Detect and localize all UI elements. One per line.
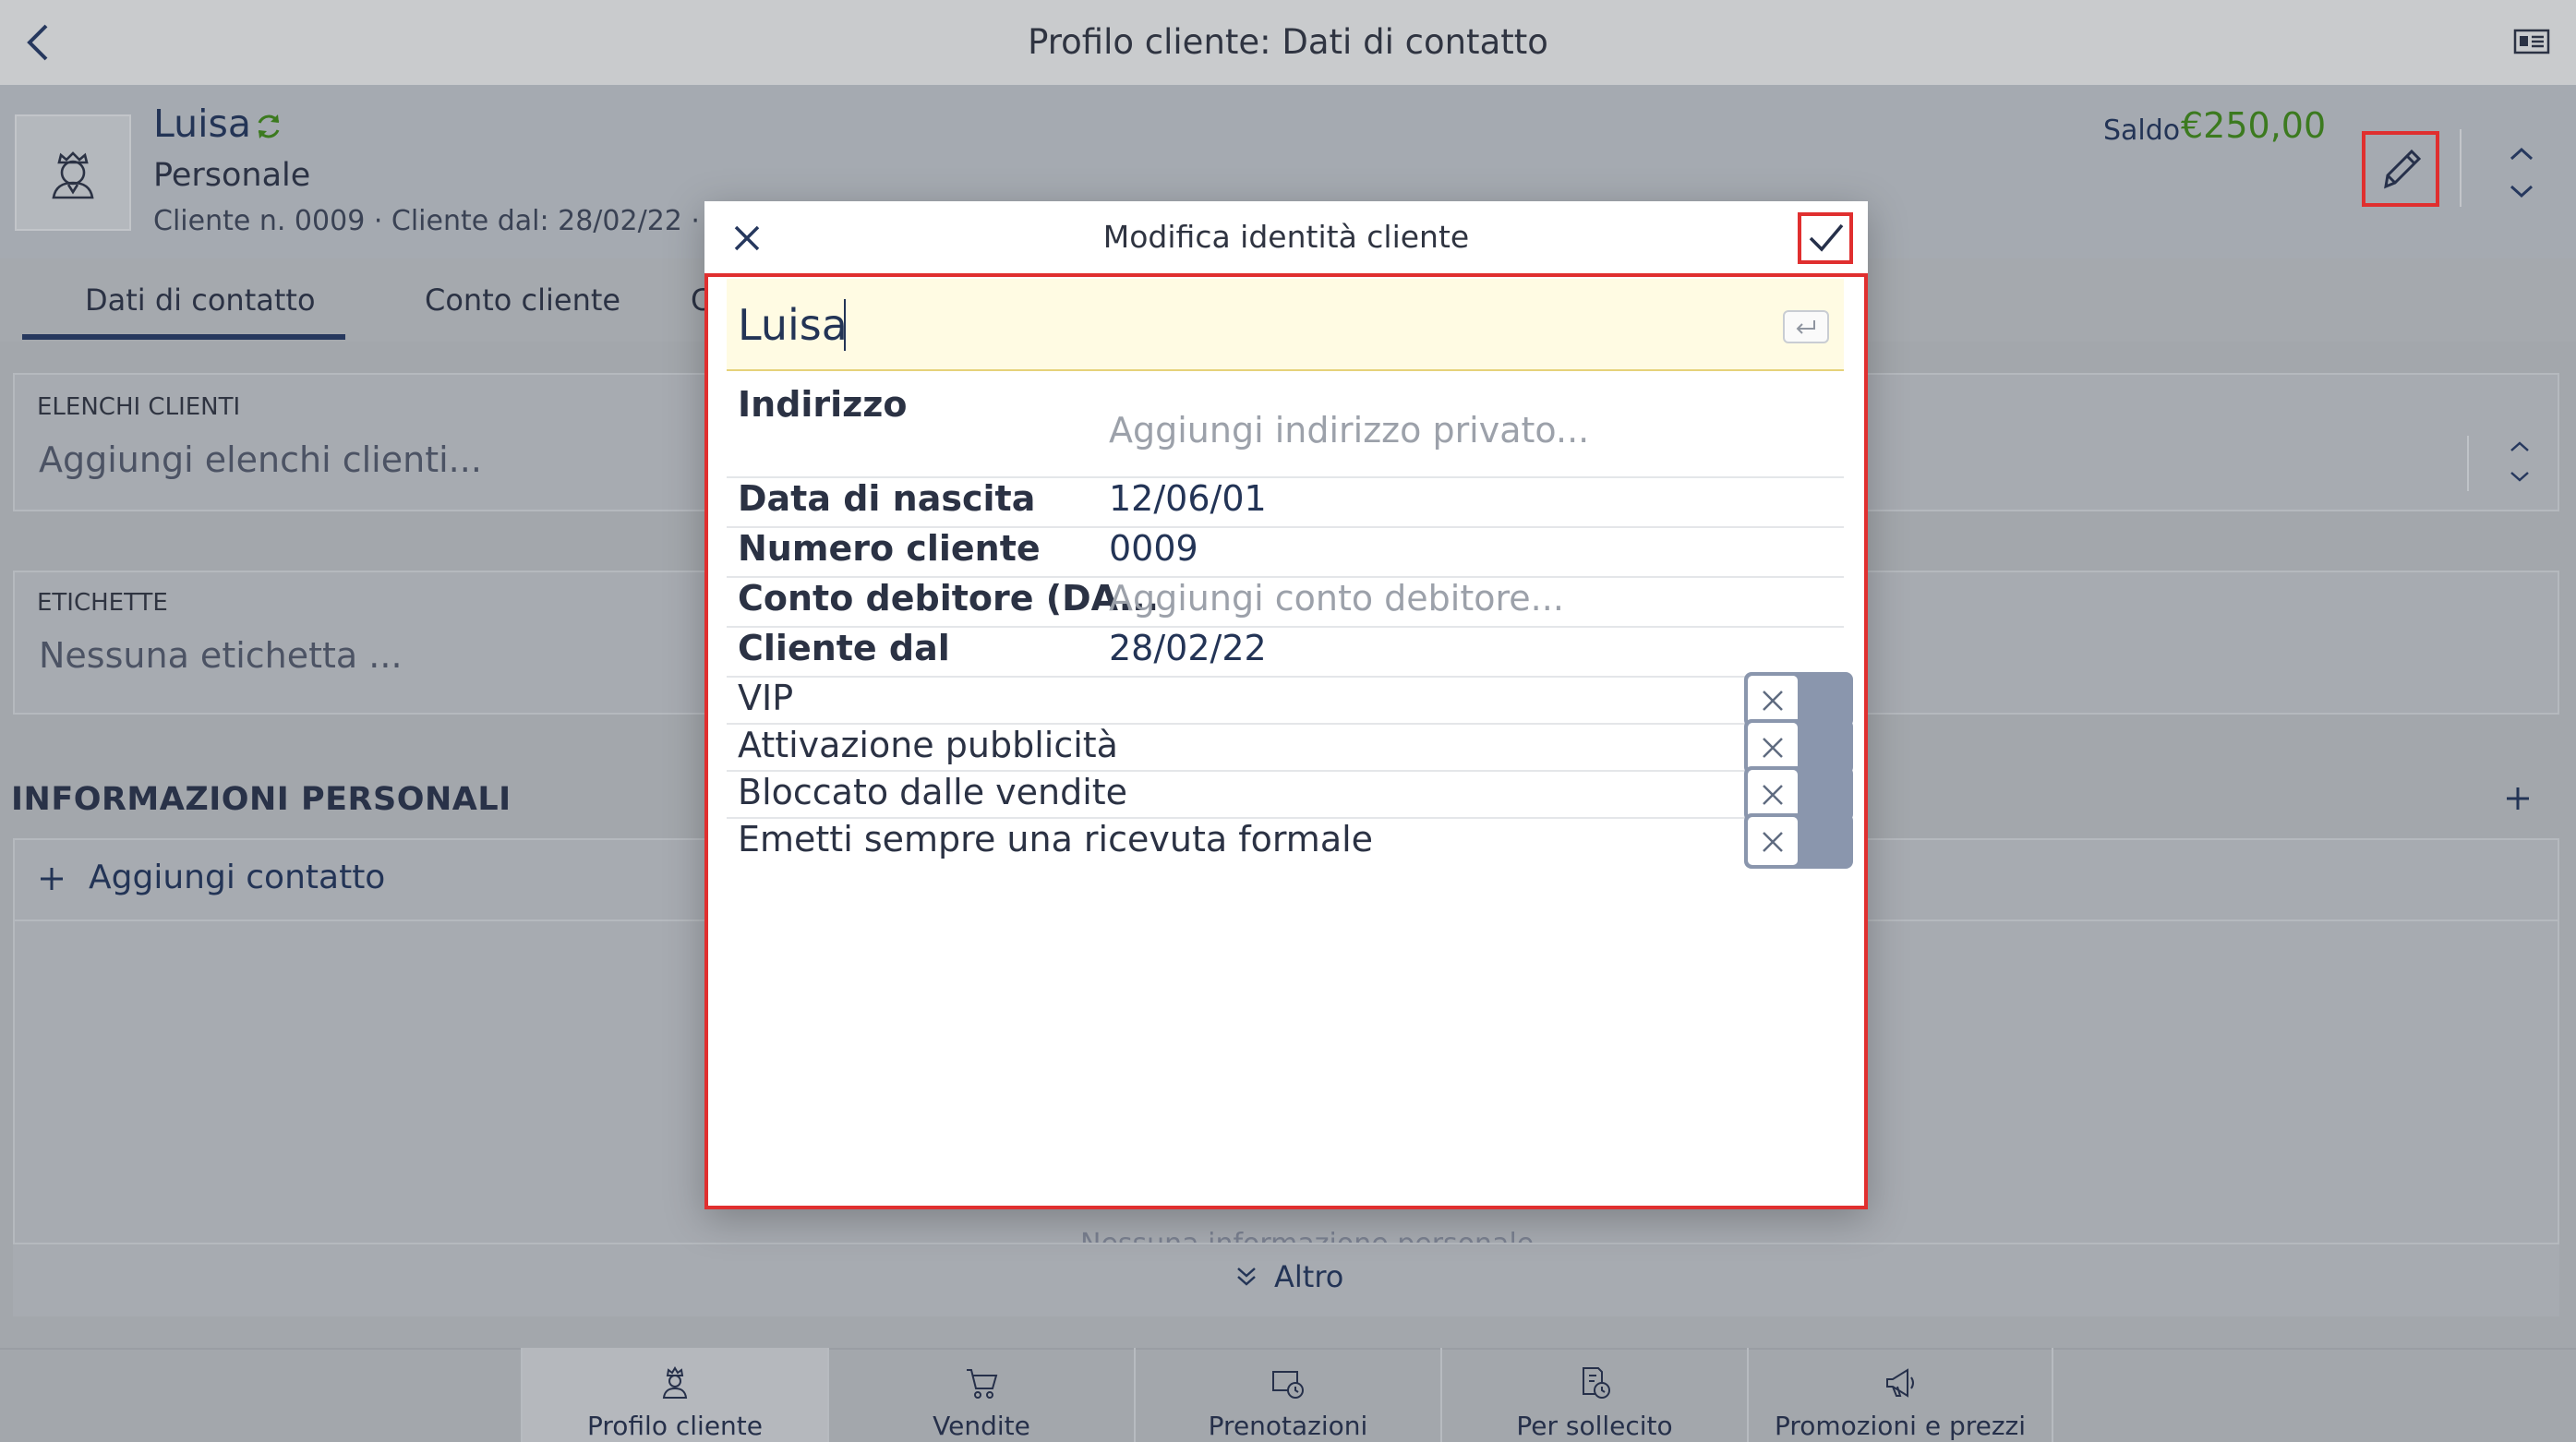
customer-meta: Cliente n. 0009 · Cliente dal: 28/02/22 … xyxy=(153,205,755,237)
nav-reservations[interactable]: Prenotazioni xyxy=(1134,1348,1440,1442)
customer-number-row[interactable]: Numero cliente 0009 xyxy=(727,528,1844,578)
add-contact-plus xyxy=(39,866,65,892)
plus-icon xyxy=(41,868,63,890)
nav-label: Vendite xyxy=(933,1411,1030,1441)
personal-info-title: INFORMAZIONI PERSONALI xyxy=(11,781,512,818)
nav-promotions[interactable]: Promozioni e prezzi xyxy=(1747,1348,2053,1442)
formal-receipt-row: Emetti sempre una ricevuta formale xyxy=(727,813,1853,869)
blocked-sales-label: Bloccato dalle vendite xyxy=(738,772,1128,812)
more-button[interactable]: Altro xyxy=(1274,1259,1343,1294)
name-input[interactable] xyxy=(736,292,1663,358)
customer-icon xyxy=(662,1366,688,1399)
card-divider xyxy=(2467,436,2469,491)
checkmark-icon xyxy=(1809,223,1844,252)
expand-collapse-button[interactable] xyxy=(2508,144,2535,201)
add-personal-info-button[interactable] xyxy=(2504,785,2532,812)
reminder-icon xyxy=(1583,1367,1610,1399)
chevron-up-down-icon xyxy=(2510,147,2534,198)
id-card-button[interactable] xyxy=(2513,28,2550,55)
close-icon xyxy=(1763,738,1783,758)
formal-receipt-label: Emetti sempre una ricevuta formale xyxy=(738,819,1374,859)
nav-label: Prenotazioni xyxy=(1208,1411,1368,1441)
debtor-account-placeholder: Aggiungi conto debitore... xyxy=(1109,578,1564,619)
chevron-left-icon xyxy=(27,24,48,61)
customer-number-label: Numero cliente xyxy=(738,528,1041,569)
header-divider xyxy=(2460,129,2462,207)
plus-icon xyxy=(2507,787,2529,810)
toggle-knob xyxy=(1746,674,1800,726)
customer-since-row[interactable]: Cliente dal 28/02/22 xyxy=(727,628,1844,678)
text-cursor xyxy=(844,299,846,351)
close-button[interactable] xyxy=(728,220,765,257)
edit-identity-dialog: Modifica identità cliente Indirizzo Aggi… xyxy=(704,201,1868,1209)
close-icon xyxy=(1763,691,1783,711)
double-chevron-down-icon xyxy=(1235,1265,1258,1289)
birthdate-label: Data di nascita xyxy=(738,478,1036,519)
lists-sort-button[interactable] xyxy=(2508,438,2532,486)
return-key-button[interactable] xyxy=(1783,310,1829,343)
chevron-up-down-icon xyxy=(2510,441,2529,482)
address-row[interactable]: Indirizzo Aggiungi indirizzo privato... xyxy=(727,371,1844,478)
top-bar: Profilo cliente: Dati di contatto xyxy=(0,0,2576,85)
return-icon xyxy=(1796,320,1815,334)
close-icon xyxy=(734,225,760,251)
customer-lists-label: ELENCHI CLIENTI xyxy=(37,393,241,421)
edit-button[interactable] xyxy=(2362,131,2439,207)
toggle-knob xyxy=(1746,721,1800,773)
birthdate-row[interactable]: Data di nascita 12/06/01 xyxy=(727,478,1844,528)
nav-label: Profilo cliente xyxy=(587,1411,763,1441)
customer-lists-placeholder: Aggiungi elenchi clienti... xyxy=(39,439,482,480)
formal-receipt-toggle[interactable] xyxy=(1744,813,1853,869)
dialog-header: Modifica identità cliente xyxy=(704,201,1868,273)
tags-placeholder: Nessuna etichetta ... xyxy=(39,635,403,676)
customer-since-value: 28/02/22 xyxy=(1109,628,1267,668)
megaphone-icon xyxy=(1886,1368,1914,1398)
vip-label: VIP xyxy=(738,678,794,718)
tab-customer-account[interactable]: Conto cliente xyxy=(425,282,620,318)
blocked-sales-row: Bloccato dalle vendite xyxy=(727,766,1853,822)
customer-name: Luisa xyxy=(153,102,251,146)
page-title: Profilo cliente: Dati di contatto xyxy=(1028,22,1548,62)
customer-since-label: Cliente dal xyxy=(738,628,950,668)
nav-customer-profile[interactable]: Profilo cliente xyxy=(521,1348,827,1442)
name-field-row xyxy=(727,279,1844,371)
nav-label: Promozioni e prezzi xyxy=(1774,1411,2027,1441)
toggle-knob xyxy=(1746,768,1800,820)
close-icon xyxy=(1763,785,1783,805)
tab-contact-data[interactable]: Dati di contatto xyxy=(85,282,316,318)
birthdate-value: 12/06/01 xyxy=(1109,478,1267,519)
sync-button[interactable] xyxy=(253,111,284,142)
toggle-knob xyxy=(1746,815,1800,867)
customer-number-value: 0009 xyxy=(1109,528,1198,569)
saldo-label: Saldo xyxy=(2103,114,2181,147)
active-tab-indicator xyxy=(22,334,345,340)
debtor-account-row[interactable]: Conto debitore (DA... Aggiungi conto deb… xyxy=(727,578,1844,628)
tags-label: ETICHETTE xyxy=(37,589,168,617)
cart-icon xyxy=(967,1369,998,1399)
add-contact-button[interactable]: Aggiungi contatto xyxy=(89,859,385,896)
vip-row: VIP xyxy=(727,672,1853,727)
pencil-icon xyxy=(2384,149,2422,189)
avatar[interactable] xyxy=(15,114,131,231)
dialog-title: Modifica identità cliente xyxy=(1102,219,1470,255)
advertising-label: Attivazione pubblicità xyxy=(738,725,1118,765)
customer-type: Personale xyxy=(153,157,311,194)
reservation-icon xyxy=(1272,1371,1304,1399)
debtor-account-label: Conto debitore (DA... xyxy=(738,578,1160,619)
back-button[interactable] xyxy=(24,22,52,63)
customer-icon xyxy=(52,151,94,199)
sync-icon xyxy=(258,114,280,138)
advertising-row: Attivazione pubblicità xyxy=(727,719,1853,775)
saldo-value: €250,00 xyxy=(2181,105,2327,146)
nav-sales[interactable]: Vendite xyxy=(827,1348,1134,1442)
confirm-button[interactable] xyxy=(1798,212,1853,264)
nav-reminders[interactable]: Per sollecito xyxy=(1440,1348,1747,1442)
address-label: Indirizzo xyxy=(738,384,908,425)
address-placeholder: Aggiungi indirizzo privato... xyxy=(1109,410,1590,451)
id-card-icon xyxy=(2513,29,2550,54)
close-icon xyxy=(1763,832,1783,852)
nav-label: Per sollecito xyxy=(1516,1411,1673,1441)
